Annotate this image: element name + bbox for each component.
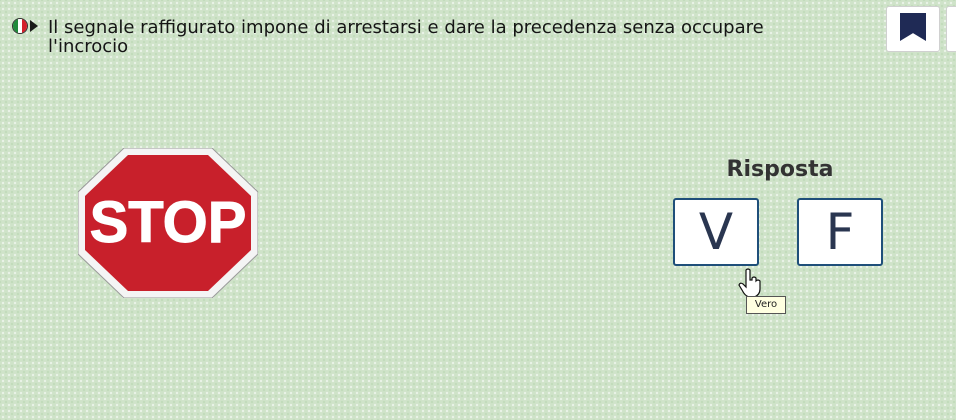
bookmark-icon	[900, 13, 926, 41]
tooltip-vero: Vero	[746, 296, 786, 314]
stop-sign-text: STOP	[90, 190, 247, 255]
stop-sign-image: STOP	[78, 148, 258, 298]
hand-cursor-icon	[738, 268, 761, 298]
bookmark-button[interactable]	[886, 6, 940, 52]
answer-label: Risposta	[726, 157, 834, 182]
false-answer-button[interactable]: F	[797, 198, 883, 266]
side-button[interactable]	[946, 6, 956, 52]
question-text: Il segnale raffigurato impone di arresta…	[48, 17, 764, 57]
true-answer-button[interactable]: V	[673, 198, 759, 266]
language-flag-icon	[12, 18, 28, 34]
speaker-icon[interactable]	[30, 20, 38, 32]
